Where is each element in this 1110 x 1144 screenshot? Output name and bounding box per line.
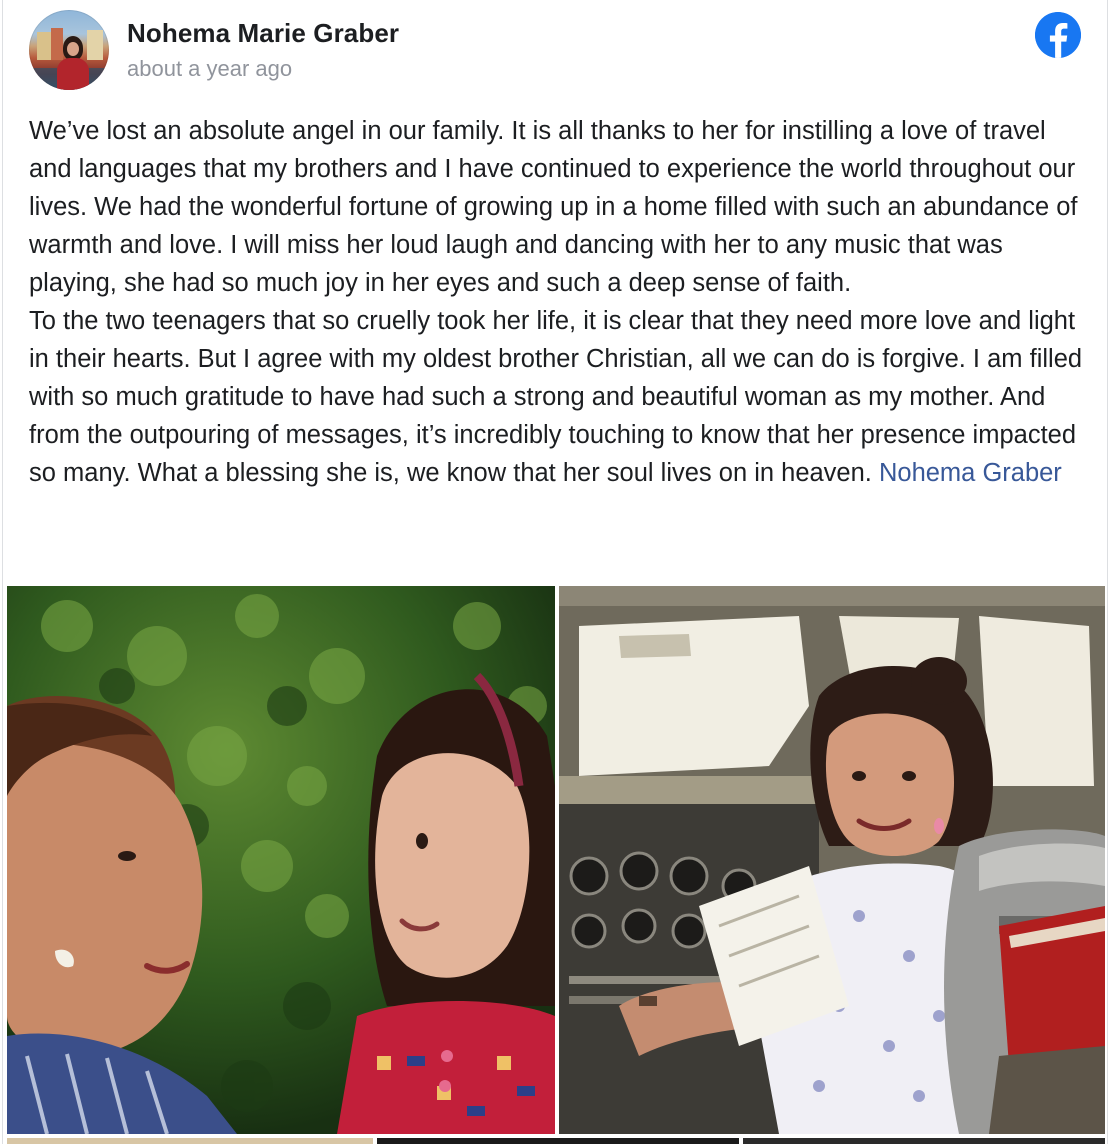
facebook-logo-icon [1035,12,1081,58]
author-avatar[interactable] [29,10,109,90]
post-body: We’ve lost an absolute angel in our fami… [29,112,1089,492]
photo-grid [3,586,1107,1144]
avatar-person-body [57,58,89,90]
avatar-building [37,32,51,60]
photo-thumbnail-edge[interactable] [743,1138,1105,1144]
photo-woman-in-cockpit-image [559,586,1105,1134]
photo-mother-and-daughter-image [7,586,555,1134]
post-card: Nohema Marie Graber about a year ago We’… [2,0,1108,1144]
photo-thumbnail-edge[interactable] [7,1138,373,1144]
post-header: Nohema Marie Graber about a year ago [3,0,1107,100]
avatar-person-face [67,42,79,56]
author-name[interactable]: Nohema Marie Graber [127,18,399,49]
photo-woman-in-cockpit[interactable] [559,586,1105,1134]
post-timestamp[interactable]: about a year ago [127,56,292,82]
avatar-building [87,30,103,60]
post-paragraph-2: To the two teenagers that so cruelly too… [29,302,1089,492]
mention-link[interactable]: Nohema Graber [879,459,1062,487]
facebook-icon[interactable] [1035,12,1081,58]
post-paragraph-1: We’ve lost an absolute angel in our fami… [29,117,1085,297]
photo-thumbnail-edge[interactable] [377,1138,739,1144]
avatar-building [51,28,63,60]
photo-mother-and-daughter[interactable] [7,586,555,1134]
